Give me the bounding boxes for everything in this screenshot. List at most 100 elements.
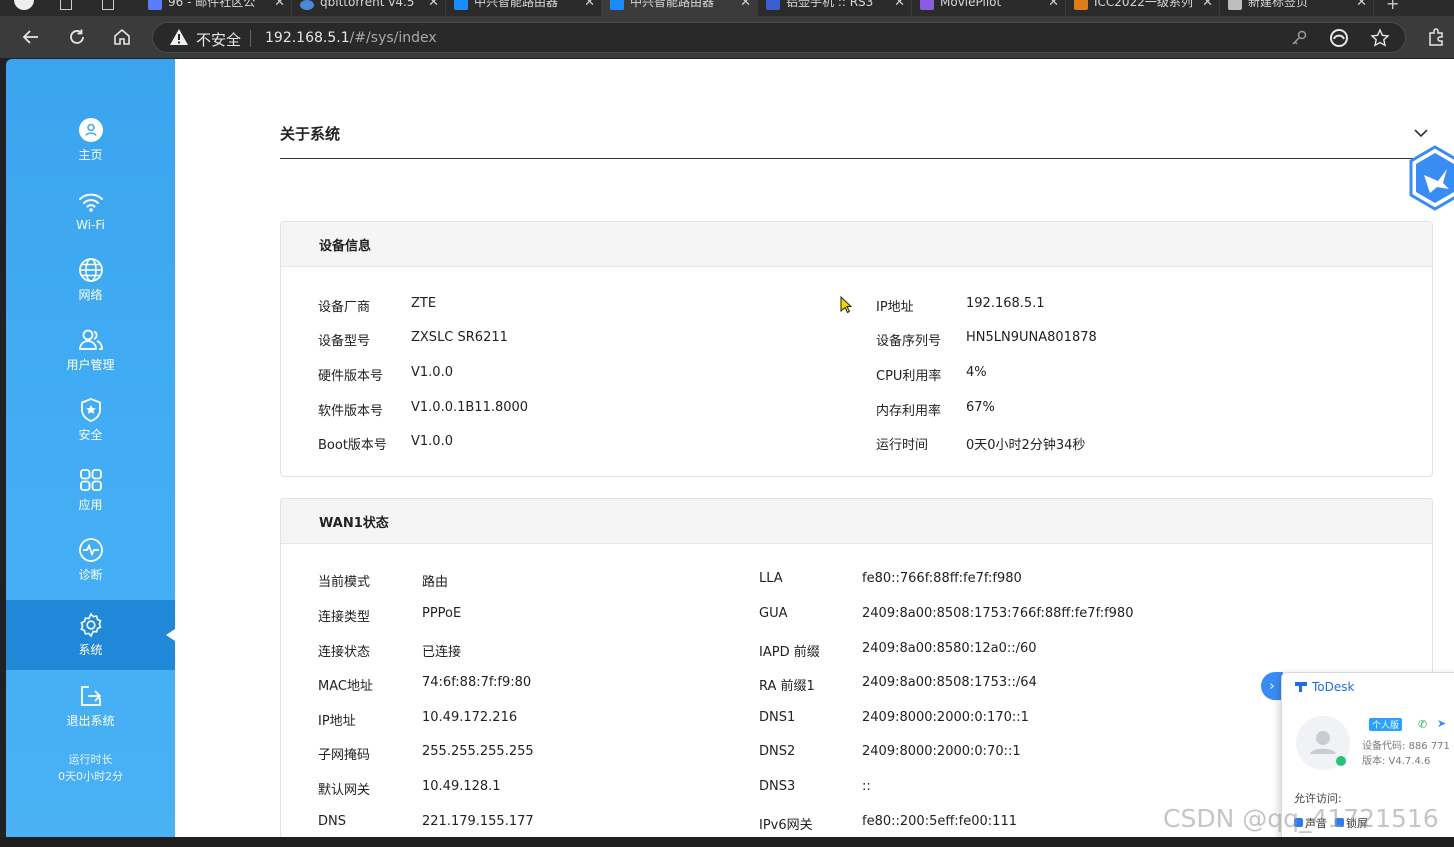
browser-menu[interactable] <box>0 0 50 16</box>
tab-title: 中兴智能路由器 <box>474 0 559 9</box>
puzzle-icon <box>1429 28 1443 46</box>
users-icon <box>78 327 104 353</box>
wifi-icon <box>78 189 104 215</box>
field-value: 255.255.255.255 <box>422 744 534 759</box>
field-value: PPPoE <box>422 606 462 621</box>
field-label: 子网掩码 <box>318 748 371 763</box>
field-value: V1.0.0 <box>411 434 453 449</box>
favorite-star-icon[interactable] <box>1370 28 1390 48</box>
tab-close-icon[interactable]: ✕ <box>428 0 439 10</box>
field-value: fe80::200:5eff:fe00:111 <box>862 814 1017 829</box>
tab-7[interactable]: 新建标签页 ✕ <box>1220 0 1374 16</box>
tab-close-icon[interactable]: ✕ <box>274 0 285 10</box>
user-circle-icon <box>78 117 104 143</box>
profile-icon[interactable] <box>14 0 34 10</box>
apps-grid-icon <box>78 467 104 493</box>
tab-actions-button[interactable] <box>94 0 130 16</box>
sidebar-item-diagnostics[interactable]: 诊断 <box>6 525 175 595</box>
sidebar-item-wifi[interactable]: Wi-Fi <box>6 175 175 245</box>
field-label: 设备型号 <box>318 334 371 349</box>
edition-badge: 个人版 <box>1369 718 1403 731</box>
chevron-right-icon: › <box>1269 678 1275 694</box>
reload-icon <box>70 29 84 44</box>
tab-favicon-icon <box>300 0 314 10</box>
workspaces-icon <box>60 0 72 10</box>
field-value: 10.49.172.216 <box>422 710 518 725</box>
back-button[interactable] <box>17 23 45 51</box>
tab-0[interactable]: 96 - 邮件社区公 ✕ <box>140 0 292 16</box>
field-value: V1.0.0.1B11.8000 <box>411 400 529 415</box>
tab-favicon-icon <box>1228 0 1242 10</box>
tab-close-icon[interactable]: ✕ <box>584 0 595 10</box>
tab-2[interactable]: 中兴智能路由器 ✕ <box>446 0 602 16</box>
todesk-brand-name: ToDesk <box>1312 680 1355 694</box>
sidebar-item-system[interactable]: 系统 <box>6 600 175 670</box>
tab-1[interactable]: qbittorrent v4.5 ✕ <box>292 0 446 16</box>
tab-3-active[interactable]: 中兴智能路由器 ✕ <box>602 0 758 16</box>
field-value: 2409:8a00:8508:1753::/64 <box>862 675 1037 690</box>
tab-close-icon[interactable]: ✕ <box>1356 0 1367 10</box>
tab-close-icon[interactable]: ✕ <box>1048 0 1059 10</box>
field-value: ZTE <box>411 296 437 311</box>
field-label: 设备厂商 <box>318 300 371 315</box>
edge-extension-icon[interactable] <box>1329 28 1349 48</box>
tab-favicon-icon <box>610 0 624 10</box>
new-tab-icon[interactable]: + <box>1386 0 1399 13</box>
tab-close-icon[interactable]: ✕ <box>894 0 905 10</box>
omnibox-divider <box>250 30 251 47</box>
reload-button[interactable] <box>63 23 91 51</box>
home-button[interactable] <box>108 23 136 51</box>
app-root: 96 - 邮件社区公 ✕ qbittorrent v4.5 ✕ 中兴智能路由器 … <box>0 0 1454 847</box>
field-value: fe80::766f:88ff:fe7f:f980 <box>862 571 1022 586</box>
url-text[interactable]: 192.168.5.1/#/sys/index <box>265 30 437 46</box>
field-value: ZXSLC SR6211 <box>411 330 508 345</box>
cursor-icon[interactable]: ➤ <box>1437 717 1446 730</box>
extensions-button[interactable] <box>1422 23 1450 51</box>
runtime-info: 运行时长 0天0小时2分 <box>6 751 175 785</box>
tab-4[interactable]: 铝壶手机 :: RS3 ✕ <box>758 0 912 16</box>
tab-5[interactable]: MoviePilot ✕ <box>912 0 1066 16</box>
sidebar-item-home[interactable]: 主页 <box>6 105 175 175</box>
field-label: 当前模式 <box>318 575 371 590</box>
sidebar-item-security[interactable]: 安全 <box>6 385 175 455</box>
sidebar-item-apps[interactable]: 应用 <box>6 455 175 525</box>
key-icon[interactable] <box>1289 28 1309 48</box>
tab-6[interactable]: ICC2022一级系列 ✕ <box>1066 0 1220 16</box>
field-label: 连接状态 <box>318 645 371 660</box>
todesk-logo-icon <box>1295 682 1307 692</box>
field-value: 2409:8000:2000:0:70::1 <box>862 744 1021 759</box>
field-label: DNS3 <box>759 779 796 794</box>
runtime-value: 0天0小时2分 <box>58 770 123 783</box>
security-label[interactable]: 不安全 <box>196 29 241 50</box>
field-value: 10.49.128.1 <box>422 779 501 794</box>
field-value: 2409:8000:2000:0:170::1 <box>862 710 1029 725</box>
about-system-header[interactable]: 关于系统 <box>280 117 1431 159</box>
warning-triangle-icon[interactable] <box>169 28 189 50</box>
todesk-brand: ToDesk <box>1294 680 1354 694</box>
tab-favicon-icon <box>1074 0 1088 10</box>
taskbar-strip <box>0 837 1454 847</box>
todesk-collapse-button[interactable]: › <box>1261 672 1283 700</box>
chevron-down-icon[interactable] <box>1413 125 1429 141</box>
field-value: 67% <box>966 400 995 415</box>
shield-icon <box>78 397 104 423</box>
url-host: 192.168.5.1 <box>265 30 350 46</box>
field-value: 2409:8a00:8580:12a0::/60 <box>862 641 1037 656</box>
workspaces-button[interactable] <box>52 0 88 16</box>
field-label: GUA <box>759 606 788 621</box>
floating-assistant-button[interactable] <box>1409 145 1454 215</box>
field-value: HN5LN9UNA801878 <box>966 330 1097 345</box>
sidebar-item-network[interactable]: 网络 <box>6 245 175 315</box>
tab-close-icon[interactable]: ✕ <box>740 0 751 10</box>
tab-title: 新建标签页 <box>1248 0 1309 9</box>
tab-favicon-icon <box>920 0 934 10</box>
sidebar-item-users[interactable]: 用户管理 <box>6 315 175 385</box>
main-content: 关于系统 设备信息 设备厂商 ZTE 设备型号 ZXSLC SR6211 硬件版… <box>175 59 1454 837</box>
url-omnibox[interactable]: 不安全 192.168.5.1/#/sys/index <box>152 22 1406 53</box>
tab-close-icon[interactable]: ✕ <box>1202 0 1213 10</box>
phone-icon[interactable]: ✆ <box>1418 718 1427 731</box>
field-label: DNS <box>318 814 346 829</box>
sidebar-item-logout[interactable]: 退出系统 <box>6 671 175 741</box>
field-value: 192.168.5.1 <box>966 296 1045 311</box>
field-label: DNS2 <box>759 744 796 759</box>
